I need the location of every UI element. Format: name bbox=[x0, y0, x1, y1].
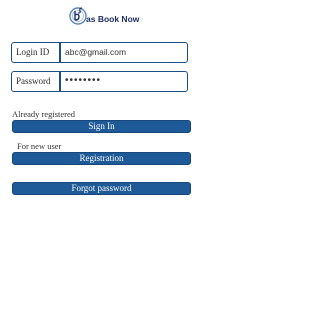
password-input[interactable]: •••••••• bbox=[65, 72, 101, 90]
already-registered-label: Already registered bbox=[12, 109, 76, 119]
password-label: Password bbox=[16, 76, 51, 86]
logo-text: as Book Now bbox=[86, 14, 140, 24]
forgot-password-button[interactable]: Forgot password bbox=[12, 182, 191, 195]
field-divider bbox=[59, 72, 61, 91]
login-id-input[interactable]: abc@gmail.com bbox=[65, 43, 126, 61]
logo-emblem-icon bbox=[69, 7, 87, 25]
new-user-label: For new user bbox=[17, 141, 62, 151]
login-id-field[interactable]: Login ID abc@gmail.com bbox=[11, 42, 188, 63]
field-divider bbox=[59, 43, 61, 62]
login-id-label: Login ID bbox=[16, 47, 50, 57]
registration-button[interactable]: Registration bbox=[12, 152, 191, 165]
password-field[interactable]: Password •••••••• bbox=[11, 71, 188, 92]
sign-in-button[interactable]: Sign In bbox=[12, 120, 191, 133]
app-logo: as Book Now bbox=[68, 4, 160, 28]
